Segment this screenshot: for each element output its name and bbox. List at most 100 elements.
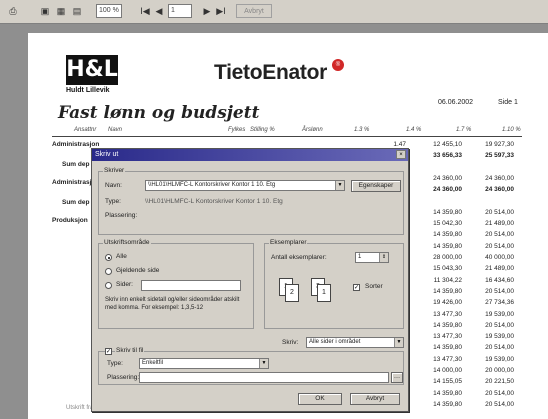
value-col-c-cell: 19 539,00 — [485, 355, 514, 363]
print-to-file-group: ✓ Skriv til fil Type: Enkeltfil ▼ Plasse… — [98, 347, 404, 385]
copies-group: Eksemplarer Antall eksemplarer: 1 ⇕ 1 2 … — [264, 239, 404, 329]
value-col-b-cell: 24 360,00 — [433, 174, 462, 182]
section-produksjon: Produksjon — [52, 217, 88, 224]
section-sum-1: Sum dep — [62, 161, 90, 168]
spinner-icon[interactable]: ⇕ — [379, 253, 388, 262]
print-range-group: Utskriftsområde Alle Gjeldende side Side… — [98, 239, 254, 329]
value-col-b-cell: 15 042,30 — [433, 220, 462, 228]
value-col-c-cell: 20 514,00 — [485, 287, 514, 295]
value-col-b-cell: 28 000,00 — [433, 254, 462, 261]
print-preview-toolbar: ⎙ ▣ ▦ ▤ 100 % I◀ ◀ 1 ▶ ▶I Avbryt — [0, 0, 548, 24]
value-col-b-cell: 14 359,80 — [433, 389, 462, 397]
print-what-select[interactable]: Alle sider i området ▼ — [306, 337, 404, 348]
value-col-b-cell: 15 043,30 — [433, 265, 462, 273]
report-date: 06.06.2002 — [438, 99, 474, 106]
file-location-input[interactable] — [139, 372, 389, 383]
close-preview-button[interactable]: Avbryt — [236, 4, 272, 18]
print-what-value: Alle sider i området — [309, 339, 361, 345]
copies-count-label: Antall eksemplarer: — [271, 254, 327, 261]
report-column-header: Ansattnr Navn Fylkes Stilling % Årslønn … — [52, 127, 522, 137]
copies-count-input[interactable]: 1 ⇕ — [355, 252, 389, 263]
close-icon[interactable]: × — [396, 150, 406, 159]
chevron-down-icon: ▼ — [335, 181, 344, 190]
printer-name-label: Navn: — [105, 182, 122, 189]
value-col-c-cell: 16 434,60 — [485, 276, 514, 284]
value-col-c-cell: 20 514,00 — [485, 389, 514, 397]
range-pages-radio[interactable] — [105, 282, 112, 289]
range-note: Skriv inn enkelt sidetall og/eller sideo… — [105, 297, 240, 311]
section-sum-2: Sum dep — [62, 199, 90, 206]
value-col-b-cell: 11 304,22 — [433, 276, 462, 284]
file-location-label: Plassering: — [107, 374, 140, 381]
value-col-b-cell: 14 359,80 — [433, 344, 462, 352]
first-page-button[interactable]: I◀ — [138, 4, 152, 18]
value-col-c-cell: 19 539,00 — [485, 333, 514, 341]
printer-name-value: \\HL01\HLMFC-L Kontorskriver Kontor 1 10… — [148, 182, 276, 188]
value-col-b-cell: 14 000,00 — [433, 367, 462, 374]
range-all-radio[interactable] — [105, 254, 112, 261]
value-col-b-cell: 13 477,30 — [433, 333, 462, 341]
value-col-b-cell: 12 455,10 — [433, 141, 462, 148]
huldt-lillevik-logo: H&L — [66, 55, 118, 85]
value-col-c-cell: 20 000,00 — [485, 367, 514, 374]
value-col-b-cell: 14 155,05 — [433, 378, 462, 386]
printer-name-select[interactable]: \\HL01\HLMFC-L Kontorskriver Kontor 1 10… — [145, 180, 345, 191]
range-all-label: Alle — [116, 253, 127, 260]
value-col-b-cell: 24 360,00 — [433, 186, 462, 194]
header-ansattnr: Ansattnr — [74, 127, 97, 133]
printer-type-label: Type: — [105, 198, 121, 205]
header-pct2: 1.4 % — [406, 127, 422, 133]
value-col-b-cell: 14 359,80 — [433, 400, 462, 408]
value-col-a-cell: 1.47 — [393, 141, 406, 148]
range-pages-input[interactable] — [141, 280, 241, 291]
file-type-label: Type: — [107, 360, 123, 367]
two-page-icon[interactable]: ▤ — [70, 4, 84, 18]
copies-group-label: Eksemplarer — [269, 239, 308, 246]
value-col-c-cell: 20 221,50 — [485, 378, 514, 386]
collate-sheet-icon: 1 — [317, 284, 331, 302]
last-page-button[interactable]: ▶I — [214, 4, 228, 18]
value-col-b-cell: 13 477,30 — [433, 310, 462, 318]
value-col-b-cell: 33 656,33 — [433, 152, 462, 160]
file-type-select[interactable]: Enkeltfil ▼ — [139, 358, 269, 369]
value-col-c-cell: 20 514,00 — [485, 321, 514, 329]
header-navn: Navn — [108, 127, 123, 133]
page-number-field[interactable]: 1 — [168, 4, 192, 18]
ok-button[interactable]: OK — [298, 393, 342, 405]
value-col-c-cell: 20 514,00 — [485, 231, 514, 239]
zoom-select[interactable]: 100 % — [96, 4, 122, 18]
value-col-b-cell: 19 426,00 — [433, 299, 462, 307]
value-col-b-cell: 14 359,80 — [433, 231, 462, 239]
print-dialog-title: Skriv ut — [95, 151, 119, 158]
printer-group-label: Skriver — [103, 167, 126, 174]
header-stilling: Stilling % — [250, 127, 275, 133]
single-page-icon[interactable]: ▦ — [54, 4, 68, 18]
range-pages-label: Sider: — [116, 281, 133, 288]
header-pct4: 1.10 % — [502, 127, 521, 133]
page-setup-icon[interactable]: ▣ — [38, 4, 52, 18]
prev-page-button[interactable]: ◀ — [152, 4, 166, 18]
collate-label: Sorter — [365, 283, 383, 290]
next-page-button[interactable]: ▶ — [200, 4, 214, 18]
printer-type-value: \\HL01\HLMFC-L Kontorskriver Kontor 1 10… — [145, 198, 283, 205]
value-col-c-cell: 21 489,00 — [485, 265, 514, 273]
collate-checkbox[interactable]: ✓ — [353, 284, 360, 291]
value-col-b-cell: 14 359,80 — [433, 208, 462, 216]
value-col-b-cell: 14 359,80 — [433, 321, 462, 329]
collate-sheet-icon: 2 — [285, 284, 299, 302]
header-arslonn: Årslønn — [302, 127, 323, 133]
properties-button[interactable]: Egenskaper — [351, 180, 401, 192]
value-col-c-cell: 20 514,00 — [485, 344, 514, 352]
header-fylkes: Fylkes — [228, 127, 246, 133]
print-icon[interactable]: ⎙ — [6, 4, 20, 18]
section-administrasjon: Administrasjon — [52, 141, 100, 148]
copies-count-value: 1 — [358, 254, 362, 260]
print-to-file-checkbox[interactable]: ✓ — [105, 348, 112, 355]
tietoenator-mark-icon: ® — [332, 59, 344, 71]
cancel-button[interactable]: Avbryt — [350, 393, 400, 405]
browse-icon[interactable]: … — [391, 372, 403, 383]
report-title: Fast lønn og budsjett — [58, 103, 260, 123]
range-current-radio[interactable] — [105, 268, 112, 275]
print-dialog-titlebar: Skriv ut × — [92, 149, 408, 161]
file-type-value: Enkeltfil — [142, 360, 164, 366]
